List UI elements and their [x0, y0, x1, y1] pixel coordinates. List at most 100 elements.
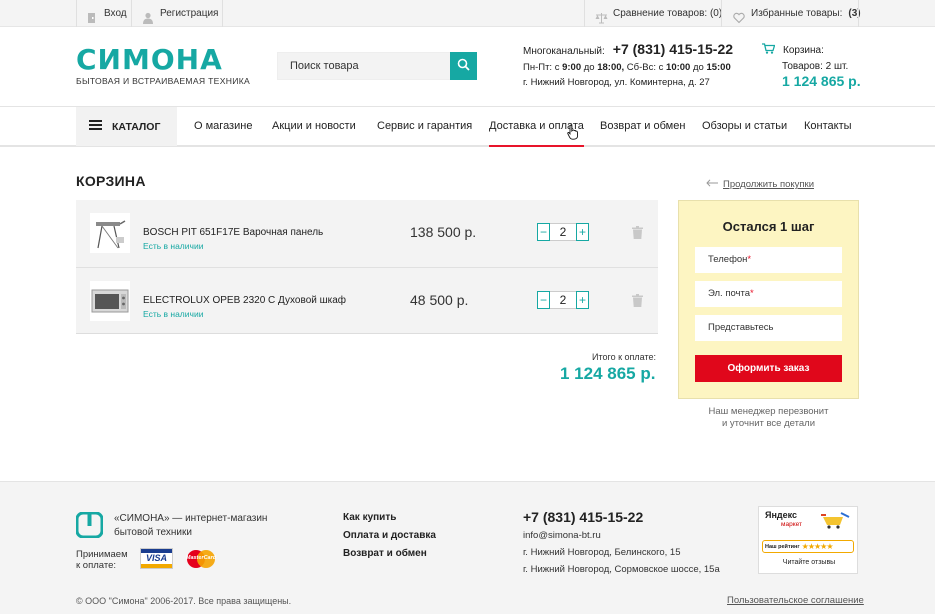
- cart-sum: 1 124 865 р.: [782, 73, 861, 89]
- quantity-value[interactable]: 2: [550, 223, 576, 241]
- logo-tagline: БЫТОВАЯ И ВСТРАИВАЕМАЯ ТЕХНИКА: [76, 76, 251, 86]
- footer-about: «СИМОНА» — интернет-магазин бытовой техн…: [114, 513, 268, 538]
- trash-icon[interactable]: [632, 294, 643, 310]
- product-thumbnail[interactable]: [90, 281, 130, 321]
- login-label: Вход: [104, 8, 127, 19]
- compare-link[interactable]: Сравнение товаров: (0): [595, 0, 722, 27]
- header-phone[interactable]: +7 (831) 415-15-22: [613, 41, 733, 57]
- cart-item: ELECTROLUX OPEB 2320 C Духовой шкаф Есть…: [76, 267, 658, 334]
- continue-shopping-link[interactable]: Продолжить покупки: [706, 179, 814, 190]
- header-address: г. Нижний Новгород, ул. Коминтерна, д. 2…: [523, 77, 710, 88]
- phone-field[interactable]: Телефон*: [695, 247, 842, 273]
- nav-item-contacts[interactable]: Контакты: [804, 107, 852, 146]
- total-label: Итого к оплате:: [592, 352, 656, 362]
- compare-label: Сравнение товаров: (0): [613, 8, 723, 19]
- favorites-link[interactable]: Избранные товары: (3): [733, 0, 861, 27]
- mastercard-logo: MasterCard: [184, 549, 218, 569]
- heart-icon: [733, 8, 745, 23]
- arrow-left-icon: [706, 179, 718, 190]
- decrease-qty-button[interactable]: −: [537, 291, 550, 309]
- order-note: Наш менеджер перезвонит и уточнит все де…: [708, 406, 829, 429]
- multichannel-label: Многоканальный:: [523, 46, 605, 57]
- copyright: © ООО "Симона" 2006-2017. Все права защи…: [76, 596, 292, 606]
- product-thumbnail[interactable]: [90, 213, 130, 253]
- footer-address-2: г. Нижний Новгород, Сормовское шоссе, 15…: [523, 564, 720, 575]
- footer-link-how-to-buy[interactable]: Как купить: [343, 512, 436, 523]
- order-form-title: Остался 1 шаг: [722, 219, 815, 234]
- decrease-qty-button[interactable]: −: [537, 223, 550, 241]
- page-title: КОРЗИНА: [76, 173, 146, 189]
- divider: [222, 0, 223, 27]
- footer-logo-icon: [75, 511, 104, 541]
- footer-link-payment-delivery[interactable]: Оплата и доставка: [343, 530, 436, 541]
- divider: [858, 0, 859, 27]
- cart-icon: [821, 511, 851, 532]
- nav-item-service[interactable]: Сервис и гарантия: [377, 107, 472, 146]
- yandex-title: Яндекс: [765, 510, 798, 520]
- increase-qty-button[interactable]: +: [576, 291, 589, 309]
- divider: [131, 0, 132, 27]
- reviews-link[interactable]: Читайте отзывы: [759, 559, 859, 566]
- order-form: Остался 1 шаг Телефон* Эл. почта* Предст…: [678, 200, 859, 399]
- visa-logo: VISA: [140, 548, 173, 569]
- header-cart[interactable]: Корзина: Товаров: 2 шт. 1 124 865 р.: [762, 43, 861, 89]
- nav-item-reviews[interactable]: Обзоры и статьи: [702, 107, 787, 146]
- yandex-subtitle: маркет: [781, 521, 802, 528]
- cart-label: Корзина:: [783, 44, 824, 56]
- catalog-button[interactable]: КАТАЛОГ: [76, 107, 177, 146]
- payment-label: Принимаем к оплате:: [76, 549, 128, 571]
- product-price: 48 500 р.: [410, 292, 469, 308]
- search-form: [277, 52, 477, 80]
- divider: [721, 0, 722, 27]
- quantity-value[interactable]: 2: [550, 291, 576, 309]
- site-logo[interactable]: СИМОНА БЫТОВАЯ И ВСТРАИВАЕМАЯ ТЕХНИКА: [76, 43, 251, 87]
- footer-contacts: +7 (831) 415-15-22 info@simona-bt.ru г. …: [523, 509, 720, 581]
- register-link[interactable]: Регистрация: [142, 0, 218, 27]
- product-price: 138 500 р.: [410, 224, 477, 240]
- rating-label: Наш рейтинг: [765, 543, 800, 550]
- availability-status: Есть в наличии: [143, 309, 204, 319]
- user-icon: [142, 8, 154, 24]
- terms-link[interactable]: Пользовательское соглашение: [727, 595, 864, 606]
- search-icon: [457, 58, 470, 74]
- cart-icon: [762, 43, 776, 57]
- menu-icon: [89, 120, 102, 133]
- register-label: Регистрация: [160, 8, 219, 19]
- name-field[interactable]: Представьтесь: [695, 315, 842, 341]
- place-order-button[interactable]: Оформить заказ: [695, 355, 842, 382]
- nav-item-promos[interactable]: Акции и новости: [272, 107, 356, 146]
- cart-table: BOSCH PIT 651F17E Варочная панель Есть в…: [76, 200, 658, 334]
- increase-qty-button[interactable]: +: [576, 223, 589, 241]
- quantity-stepper: − 2 +: [537, 291, 589, 309]
- divider: [584, 0, 585, 27]
- search-button[interactable]: [450, 52, 477, 80]
- search-input[interactable]: [277, 52, 451, 80]
- footer-link-returns[interactable]: Возврат и обмен: [343, 548, 436, 559]
- cart-count: Товаров: 2 шт.: [782, 61, 849, 72]
- trash-icon[interactable]: [632, 226, 643, 242]
- catalog-label: КАТАЛОГ: [112, 120, 161, 133]
- top-bar: Вход Регистрация Сравнение товаров: (0) …: [0, 0, 935, 27]
- working-hours: Пн-Пт: с 9:00 до 18:00, Сб-Вс: с 10:00 д…: [523, 62, 731, 73]
- main-nav: КАТАЛОГ О магазине Акции и новости Серви…: [0, 106, 935, 147]
- nav-item-returns[interactable]: Возврат и обмен: [600, 107, 685, 146]
- availability-status: Есть в наличии: [143, 241, 204, 251]
- favorites-label: Избранные товары:: [751, 8, 843, 19]
- quantity-stepper: − 2 +: [537, 223, 589, 241]
- hand-cursor-icon: [567, 124, 579, 143]
- product-name[interactable]: BOSCH PIT 651F17E Варочная панель: [143, 227, 323, 238]
- email-field[interactable]: Эл. почта*: [695, 281, 842, 307]
- footer-email[interactable]: info@simona-bt.ru: [523, 530, 720, 541]
- logo-wordmark: СИМОНА: [76, 43, 223, 76]
- yandex-market-badge[interactable]: Яндекс маркет Наш рейтинг ★★★★★ Читайте …: [758, 506, 858, 574]
- door-icon: [86, 8, 98, 23]
- nav-item-about[interactable]: О магазине: [194, 107, 252, 146]
- continue-shopping-label: Продолжить покупки: [723, 179, 814, 190]
- cart-item: BOSCH PIT 651F17E Варочная панель Есть в…: [76, 200, 658, 267]
- divider: [76, 0, 77, 27]
- login-link[interactable]: Вход: [86, 0, 127, 27]
- rating-box: Наш рейтинг ★★★★★: [762, 540, 854, 553]
- footer-address-1: г. Нижний Новгород, Белинского, 15: [523, 547, 681, 558]
- footer-phone[interactable]: +7 (831) 415-15-22: [523, 509, 720, 525]
- product-name[interactable]: ELECTROLUX OPEB 2320 C Духовой шкаф: [143, 295, 346, 306]
